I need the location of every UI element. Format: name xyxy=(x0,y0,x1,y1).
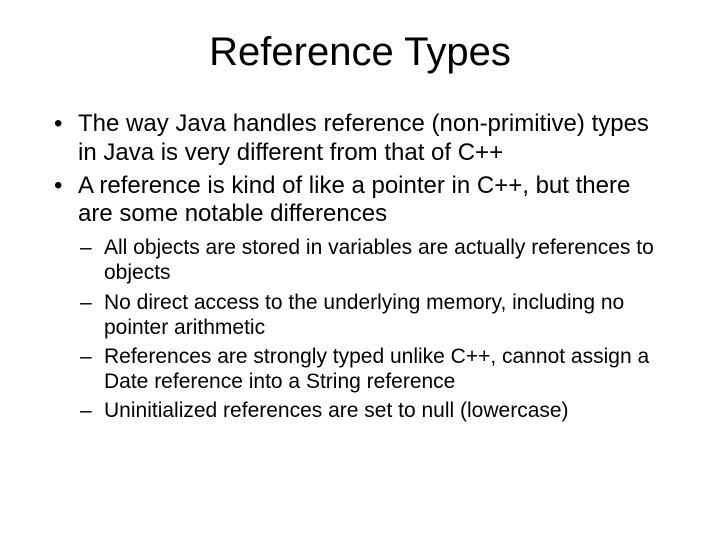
bullet-text: The way Java handles reference (non-prim… xyxy=(78,110,649,166)
bullet-text: A reference is kind of like a pointer in… xyxy=(78,172,630,228)
list-item: No direct access to the underlying memor… xyxy=(78,290,670,340)
sub-bullet-list: All objects are stored in variables are … xyxy=(78,235,670,423)
sub-bullet-text: Uninitialized references are set to null… xyxy=(104,399,569,422)
list-item: The way Java handles reference (non-prim… xyxy=(50,110,670,168)
list-item: A reference is kind of like a pointer in… xyxy=(50,172,670,424)
sub-bullet-text: All objects are stored in variables are … xyxy=(104,236,654,284)
list-item: All objects are stored in variables are … xyxy=(78,235,670,285)
slide-title: Reference Types xyxy=(50,30,670,75)
bullet-list: The way Java handles reference (non-prim… xyxy=(50,110,670,424)
list-item: Uninitialized references are set to null… xyxy=(78,398,670,423)
sub-bullet-text: References are strongly typed unlike C++… xyxy=(104,345,649,393)
slide: Reference Types The way Java handles ref… xyxy=(0,0,720,540)
sub-bullet-text: No direct access to the underlying memor… xyxy=(104,291,624,339)
list-item: References are strongly typed unlike C++… xyxy=(78,344,670,394)
